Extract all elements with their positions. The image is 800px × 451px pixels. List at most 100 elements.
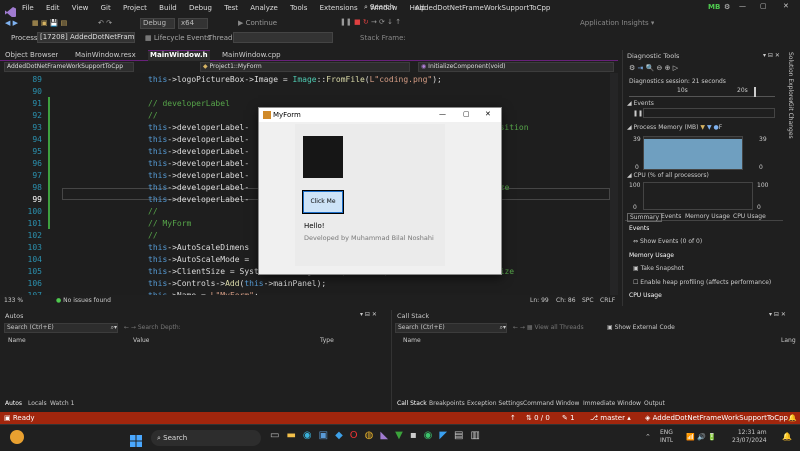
myform-window[interactable]: MyForm — ▢ ✕ Click Me Hello! Developed b… [258, 107, 502, 275]
avatar[interactable]: MB [708, 3, 720, 11]
diag-title: Diagnostic Tools [627, 52, 680, 60]
diag-pin-icon[interactable]: ▾ ⊟ ✕ [763, 52, 780, 59]
search-box[interactable]: ⌕ Search [364, 3, 404, 12]
tab-output[interactable]: Output [644, 400, 665, 407]
tab-memory-usage[interactable]: Memory Usage [685, 213, 730, 220]
nav-project-select[interactable]: AddedDotNetFrameWorkSupportToCpp [4, 62, 134, 72]
diag-toolbar[interactable]: ⚙ ⇥ 🔍 ⊖ ⊕ ▷ [629, 64, 678, 72]
autos-title: Autos [5, 312, 24, 320]
app-icon: ▪ [409, 430, 424, 441]
weather-icon[interactable] [10, 430, 24, 444]
myform-minimize[interactable]: — [439, 110, 446, 118]
callstack-window-controls[interactable]: ▾ ⊟ ✕ [769, 311, 786, 318]
menu-debug[interactable]: Debug [189, 4, 212, 12]
minimize-button[interactable]: — [739, 2, 746, 10]
line-number: 100 [27, 207, 42, 216]
maximize-button[interactable]: ▢ [760, 2, 767, 10]
side-tab-solution-explorer[interactable]: Solution Explorer [787, 52, 794, 103]
continue-button[interactable]: ▶ Continue [238, 19, 277, 27]
show-events-link[interactable]: ⇔ Show Events (0 of 0) [633, 238, 702, 245]
autos-search-input[interactable]: Search (Ctrl+E) ⌕▾ [4, 323, 118, 333]
editor-scrollbar[interactable] [610, 73, 618, 295]
lifecycle-events[interactable]: ▦ Lifecycle Events [145, 34, 210, 42]
tab-call-stack[interactable]: Call Stack [397, 400, 427, 407]
undo-icon[interactable]: ↶ ↷ [98, 19, 112, 27]
live-share-icon[interactable]: ⚙ [724, 3, 730, 11]
view-all-threads[interactable]: ← → ▦ View all Threads [513, 324, 584, 331]
config-select[interactable]: Debug [140, 18, 175, 29]
process-select[interactable]: [17208] AddedDotNetFrameWorkSupportToCpp… [37, 32, 135, 43]
memory-area [644, 139, 742, 169]
status-branch[interactable]: ⎇ master ▴ [590, 414, 631, 422]
menu-view[interactable]: View [72, 4, 89, 12]
menu-project[interactable]: Project [123, 4, 147, 12]
autos-col-value[interactable]: Value [133, 337, 149, 344]
thread-select[interactable] [233, 32, 333, 43]
autos-window-controls[interactable]: ▾ ⊟ ✕ [360, 311, 377, 318]
platform-select[interactable]: x64 [178, 18, 208, 29]
menu-extensions[interactable]: Extensions [320, 4, 358, 12]
taskbar-search[interactable]: ⌕ Search [151, 430, 261, 446]
code-token: // [148, 207, 158, 216]
autos-tab-locals[interactable]: Locals [28, 400, 47, 407]
notification-center-icon[interactable]: 🔔 [782, 432, 792, 441]
issues-status[interactable]: ● No issues found [56, 297, 111, 304]
callstack-col-lang[interactable]: Lang [781, 337, 796, 344]
autos-tab-watch[interactable]: Watch 1 [50, 400, 74, 407]
autos-col-type[interactable]: Type [320, 337, 334, 344]
nav-scope-select[interactable]: ◆ Project1::MyForm [200, 62, 410, 72]
tab-mainwindow-h[interactable]: MainWindow.h ✕ [148, 50, 210, 61]
menu-build[interactable]: Build [159, 4, 177, 12]
myform-close[interactable]: ✕ [485, 110, 491, 118]
app-insights[interactable]: Application Insights ▾ [580, 19, 654, 27]
menu-test[interactable]: Test [224, 4, 238, 12]
close-button[interactable]: ✕ [783, 2, 789, 10]
clock[interactable]: 12:31 am 23/07/2024 [732, 429, 767, 445]
click-me-button[interactable]: Click Me [302, 190, 344, 214]
taskbar-apps[interactable]: ▭▬◉▣◆O◍◣▼▪◉◤▤▥ [270, 430, 487, 441]
debug-controls[interactable]: ❚❚ ■ ↻ → ⟳ ↓ ↑ [340, 18, 401, 26]
status-up-icon[interactable]: ↑ [510, 414, 516, 422]
language-indicator[interactable]: ENG INTL [660, 429, 673, 445]
menu-tools[interactable]: Tools [290, 4, 307, 12]
menu-analyze[interactable]: Analyze [250, 4, 278, 12]
tab-immediate-window[interactable]: Immediate Window [583, 400, 641, 407]
tab-exception-settings[interactable]: Exception Settings [467, 400, 523, 407]
code-token: ->AutoScaleMode = [167, 255, 250, 264]
autos-tab-autos[interactable]: Autos [5, 400, 22, 407]
mem-min-left: 0 [635, 164, 639, 171]
tab-summary[interactable]: Summary [627, 213, 662, 222]
tab-object-browser[interactable]: Object Browser [5, 51, 58, 59]
menu-git[interactable]: Git [101, 4, 111, 12]
tray-icons[interactable]: 📶 🔊 🔋 [686, 433, 717, 441]
side-tab-git-changes[interactable]: Git Changes [787, 102, 794, 139]
autos-depth[interactable]: ← → Search Depth: [124, 324, 181, 331]
menu-file[interactable]: File [22, 4, 34, 12]
autos-col-name[interactable]: Name [8, 337, 26, 344]
menu-edit[interactable]: Edit [46, 4, 60, 12]
tab-breakpoints[interactable]: Breakpoints [429, 400, 465, 407]
show-external-code[interactable]: ▣ Show External Code [607, 324, 675, 331]
file-icons[interactable]: ▦ ▣ 💾 ▤ [32, 19, 67, 27]
status-repo[interactable]: ◈ AddedDotNetFrameWorkSupportToCpp ▴ [645, 414, 794, 422]
tab-cpu-usage[interactable]: CPU Usage [733, 213, 766, 220]
status-pencil[interactable]: ✎ 1 [562, 414, 575, 422]
myform-maximize[interactable]: ▢ [463, 110, 470, 118]
start-button[interactable] [130, 432, 142, 447]
tray-chevron-icon[interactable]: ⌃ [645, 433, 651, 441]
nav-member-select[interactable]: ◉ InitializeComponent(void) [418, 62, 614, 72]
callstack-col-name[interactable]: Name [403, 337, 421, 344]
tab-mainwindow-resx[interactable]: MainWindow.resx [75, 51, 136, 59]
callstack-search-input[interactable]: Search (Ctrl+E) ⌕▾ [395, 323, 507, 333]
status-errors[interactable]: ⇅ 0 / 0 [526, 414, 550, 422]
take-snapshot-button[interactable]: ▣ Take Snapshot [633, 265, 684, 272]
nav-back-icon[interactable]: ◀ ▶ [5, 19, 18, 27]
zoom-level[interactable]: 133 % [4, 297, 23, 304]
tab-events[interactable]: Events [661, 213, 681, 220]
tab-mainwindow-cpp[interactable]: MainWindow.cpp [222, 51, 281, 59]
notification-icon[interactable]: 🔔 [788, 414, 797, 422]
tab-command-window[interactable]: Command Window [523, 400, 579, 407]
pause-icon[interactable]: ❚❚ [633, 110, 643, 117]
code-line: this->developerLabel- [148, 159, 249, 168]
heap-profiling-checkbox[interactable]: ☐ Enable heap profiling (affects perform… [633, 279, 771, 286]
